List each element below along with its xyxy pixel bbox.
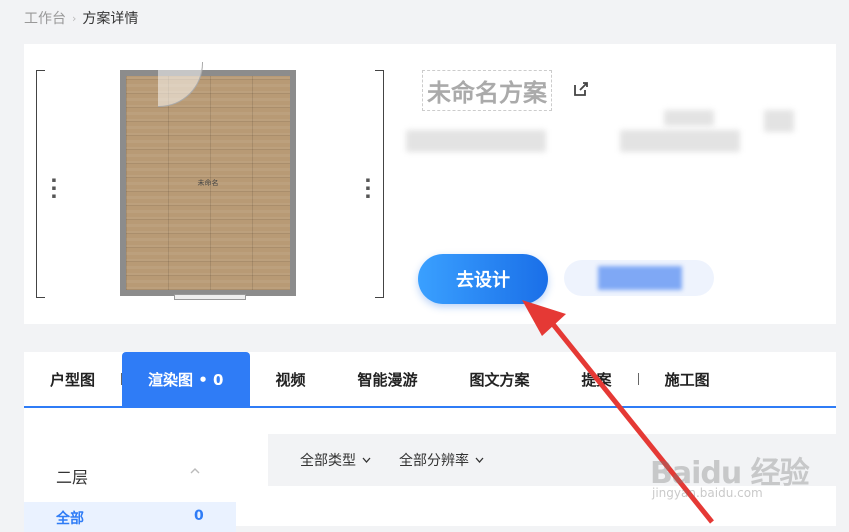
watermark-url: jingyan.baidu.com: [652, 486, 763, 500]
